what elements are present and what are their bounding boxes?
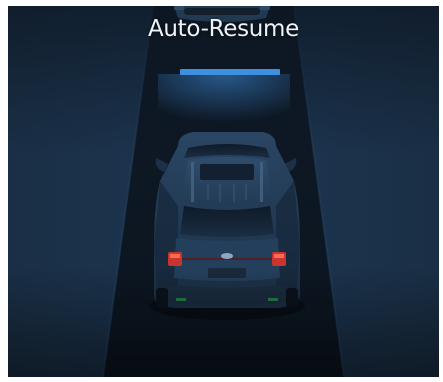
road-scene bbox=[8, 6, 439, 377]
driver-assist-display: Auto-Resume bbox=[8, 6, 439, 377]
following-distance-bar-icon bbox=[158, 69, 290, 134]
feature-title: Auto-Resume bbox=[147, 16, 300, 42]
